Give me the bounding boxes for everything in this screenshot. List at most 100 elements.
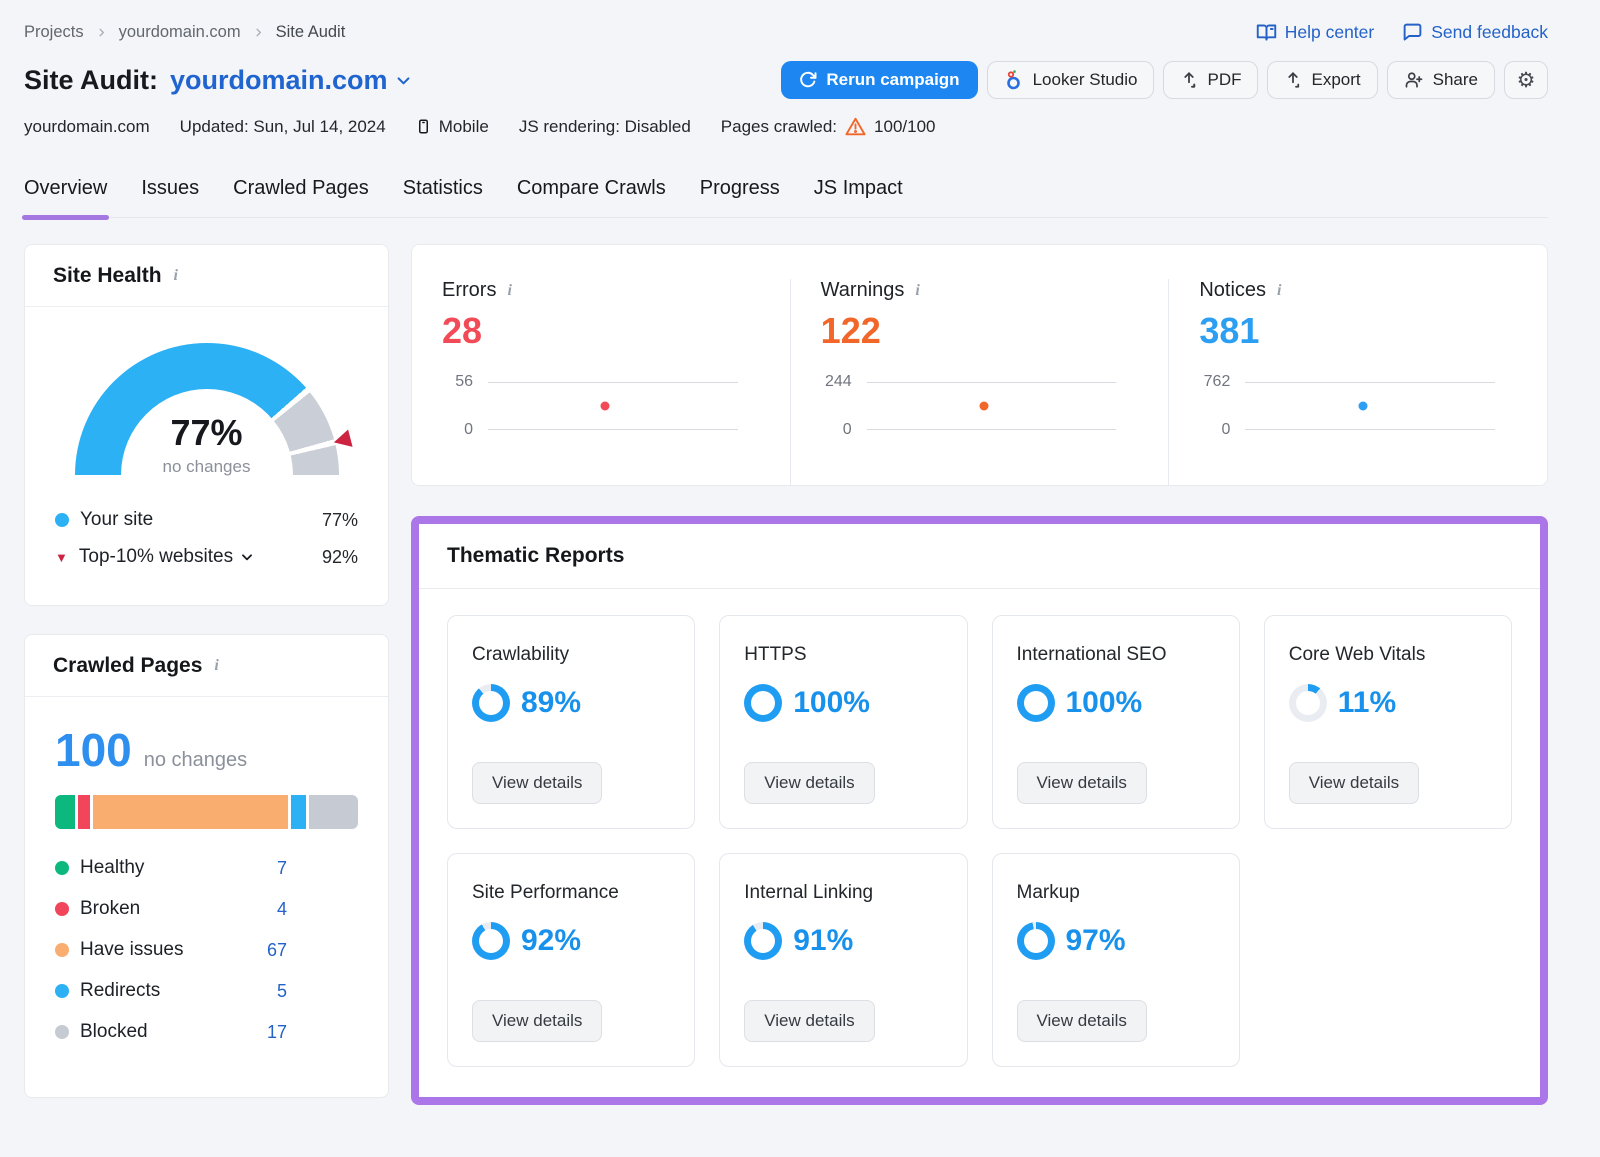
notices-count[interactable]: 381 <box>1199 310 1519 352</box>
errors-data-point <box>601 402 610 411</box>
warnings-count[interactable]: 122 <box>821 310 1141 352</box>
legend-row-blocked: Blocked 17 <box>55 1021 287 1043</box>
thematic-card-site-performance: Site Performance 92% View details <box>447 853 695 1067</box>
meta-updated: Updated: Sun, Jul 14, 2024 <box>180 117 386 137</box>
tab-statistics[interactable]: Statistics <box>403 177 483 217</box>
campaign-selector[interactable]: yourdomain.com <box>170 65 412 96</box>
action-buttons: Rerun campaign Looker Studio PDF Export … <box>781 61 1548 99</box>
view-details-button[interactable]: View details <box>1289 762 1419 804</box>
blue-dot-icon <box>55 513 69 527</box>
tab-compare-crawls[interactable]: Compare Crawls <box>517 177 666 217</box>
legend-row-have-issues: Have issues 67 <box>55 939 287 961</box>
legend-row-your-site: Your site 77% <box>55 509 358 531</box>
blocked-count-link[interactable]: 17 <box>267 1022 287 1043</box>
page-title: Site Audit: <box>24 65 158 96</box>
mobile-icon <box>416 116 431 137</box>
thematic-card-international-seo: International SEO 100% View details <box>992 615 1240 829</box>
tab-progress[interactable]: Progress <box>700 177 780 217</box>
thematic-card-https: HTTPS 100% View details <box>719 615 967 829</box>
info-icon[interactable]: i <box>504 282 514 300</box>
breadcrumb-projects[interactable]: Projects <box>24 23 84 42</box>
view-details-button[interactable]: View details <box>472 1000 602 1042</box>
broken-count-link[interactable]: 4 <box>277 899 287 920</box>
site-health-note: no changes <box>75 457 339 477</box>
redirects-count-link[interactable]: 5 <box>277 981 287 1002</box>
title-row: Site Audit: yourdomain.com Rerun campaig… <box>24 61 1548 99</box>
chevron-down-icon <box>395 72 412 89</box>
green-dot-icon <box>55 861 69 875</box>
errors-sparkline: 56 0 <box>442 382 762 430</box>
thematic-reports-section: Thematic Reports Crawlability 89% View d… <box>411 516 1548 1105</box>
https-donut <box>744 684 782 722</box>
rerun-campaign-button[interactable]: Rerun campaign <box>781 61 977 99</box>
info-icon[interactable]: i <box>912 282 922 300</box>
crawled-pages-card: Crawled Pages i 100 no changes <box>24 634 389 1098</box>
notices-panel: Notices i 381 762 0 <box>1168 279 1547 485</box>
notices-data-point <box>1358 402 1367 411</box>
chevron-right-icon <box>96 27 107 38</box>
errors-count[interactable]: 28 <box>442 310 762 352</box>
bar-segment-healthy <box>55 795 75 829</box>
healthy-count-link[interactable]: 7 <box>277 858 287 879</box>
upload-icon <box>1284 71 1302 89</box>
info-icon[interactable]: i <box>211 657 221 675</box>
gray-dot-icon <box>55 1025 69 1039</box>
share-button[interactable]: Share <box>1387 61 1495 99</box>
feedback-bubble-icon <box>1402 22 1423 43</box>
meta-row: yourdomain.com Updated: Sun, Jul 14, 202… <box>24 116 1548 137</box>
view-details-button[interactable]: View details <box>744 762 874 804</box>
crawled-pages-total: 100 <box>55 723 132 777</box>
book-icon <box>1256 22 1277 43</box>
errors-panel: Errors i 28 56 0 <box>412 279 790 485</box>
thematic-card-internal-linking: Internal Linking 91% View details <box>719 853 967 1067</box>
chevron-right-icon <box>253 27 264 38</box>
tab-bar: Overview Issues Crawled Pages Statistics… <box>24 177 1548 218</box>
crawlability-donut <box>472 684 510 722</box>
site-audit-page: Projects yourdomain.com Site Audit Help … <box>0 0 1600 1157</box>
meta-js-rendering: JS rendering: Disabled <box>519 117 691 137</box>
benchmark-dropdown[interactable]: Top-10% websites <box>79 546 254 568</box>
send-feedback-link[interactable]: Send feedback <box>1402 22 1548 43</box>
site-health-score: 77% <box>75 412 339 454</box>
breadcrumb-domain[interactable]: yourdomain.com <box>119 23 241 42</box>
meta-pages-crawled: Pages crawled: 100/100 <box>721 117 936 137</box>
bar-segment-have-issues <box>93 795 288 829</box>
view-details-button[interactable]: View details <box>472 762 602 804</box>
breadcrumb: Projects yourdomain.com Site Audit <box>24 23 345 42</box>
red-dot-icon <box>55 902 69 916</box>
pdf-button[interactable]: PDF <box>1163 61 1258 99</box>
tab-crawled-pages[interactable]: Crawled Pages <box>233 177 369 217</box>
site-health-card: Site Health i 77% no changes Your site <box>24 244 389 606</box>
view-details-button[interactable]: View details <box>1017 1000 1147 1042</box>
chevron-down-icon <box>240 550 254 564</box>
markup-donut <box>1017 922 1055 960</box>
orange-dot-icon <box>55 943 69 957</box>
settings-button[interactable]: ⚙ <box>1504 61 1548 99</box>
issues-summary-card: Errors i 28 56 0 Warnings <box>411 244 1548 486</box>
view-details-button[interactable]: View details <box>1017 762 1147 804</box>
top-links: Help center Send feedback <box>1256 22 1548 43</box>
info-icon[interactable]: i <box>171 267 181 285</box>
tab-js-impact[interactable]: JS Impact <box>814 177 903 217</box>
core-web-vitals-donut <box>1289 684 1327 722</box>
export-button[interactable]: Export <box>1267 61 1377 99</box>
site-performance-donut <box>472 922 510 960</box>
have-issues-count-link[interactable]: 67 <box>267 940 287 961</box>
legend-row-redirects: Redirects 5 <box>55 980 287 1002</box>
tab-issues[interactable]: Issues <box>141 177 199 217</box>
thematic-card-markup: Markup 97% View details <box>992 853 1240 1067</box>
help-center-link[interactable]: Help center <box>1256 22 1375 43</box>
meta-device: Mobile <box>416 116 489 137</box>
view-details-button[interactable]: View details <box>744 1000 874 1042</box>
crawled-pages-legend: Healthy 7 Broken 4 Have issues 67 <box>55 857 287 1043</box>
thematic-card-core-web-vitals: Core Web Vitals 11% View details <box>1264 615 1512 829</box>
legend-row-broken: Broken 4 <box>55 898 287 920</box>
crawled-pages-note: no changes <box>144 749 247 772</box>
upload-icon <box>1180 71 1198 89</box>
site-health-title: Site Health <box>53 264 162 288</box>
looker-studio-button[interactable]: Looker Studio <box>987 61 1155 99</box>
crawled-pages-title: Crawled Pages <box>53 654 202 678</box>
info-icon[interactable]: i <box>1274 282 1284 300</box>
bar-segment-blocked <box>309 795 358 829</box>
tab-overview[interactable]: Overview <box>24 177 107 217</box>
